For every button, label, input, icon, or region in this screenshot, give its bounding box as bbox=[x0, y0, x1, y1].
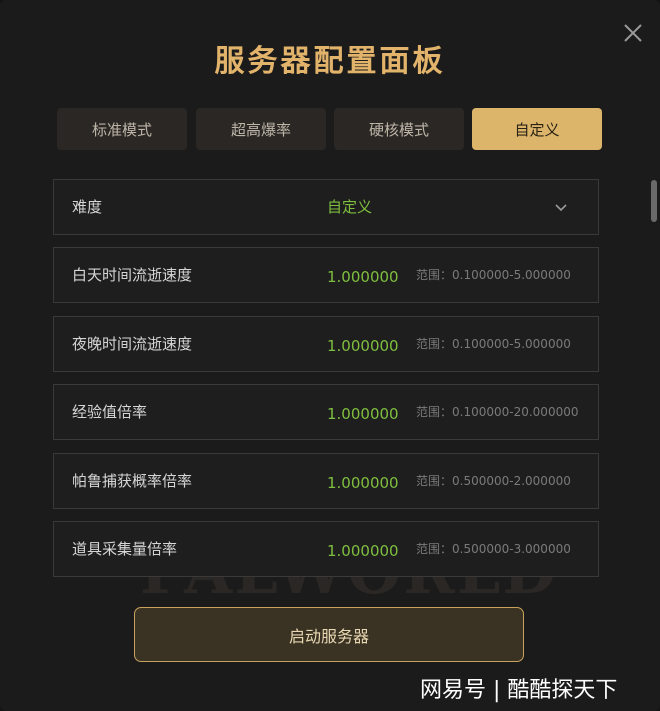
setting-label: 白天时间流逝速度 bbox=[72, 266, 193, 284]
tab-high-drop-rate[interactable]: 超高爆率 bbox=[196, 108, 326, 150]
start-server-button[interactable]: 启动服务器 bbox=[134, 607, 524, 662]
difficulty-select[interactable]: 难度 自定义 bbox=[53, 179, 599, 235]
setting-row-night-speed: 夜晚时间流逝速度 1.000000 范围：0.100000-5.000000 bbox=[53, 316, 599, 372]
tab-custom[interactable]: 自定义 bbox=[472, 108, 602, 150]
setting-value-input[interactable]: 1.000000 bbox=[327, 385, 399, 439]
setting-label: 道具采集量倍率 bbox=[72, 540, 178, 558]
setting-range: 范围：0.100000-5.000000 bbox=[416, 268, 571, 282]
setting-label: 经验值倍率 bbox=[72, 403, 148, 421]
difficulty-label: 难度 bbox=[72, 198, 103, 216]
setting-value-input[interactable]: 1.000000 bbox=[327, 317, 399, 371]
setting-value-input[interactable]: 1.000000 bbox=[327, 522, 399, 576]
server-config-panel: PALWORLD 服务器配置面板 标准模式 超高爆率 硬核模式 自定义 难度 自… bbox=[0, 0, 660, 711]
setting-range: 范围：0.100000-20.000000 bbox=[416, 405, 579, 419]
setting-label: 夜晚时间流逝速度 bbox=[72, 335, 193, 353]
chevron-down-icon[interactable] bbox=[552, 198, 570, 216]
panel-title: 服务器配置面板 bbox=[214, 44, 446, 79]
setting-range: 范围：0.500000-2.000000 bbox=[416, 474, 571, 488]
setting-row-exp-rate: 经验值倍率 1.000000 范围：0.100000-20.000000 bbox=[53, 384, 599, 440]
source-credit: 网易号 | 酷酷探天下 bbox=[420, 678, 618, 703]
setting-row-day-speed: 白天时间流逝速度 1.000000 范围：0.100000-5.000000 bbox=[53, 247, 599, 303]
setting-range: 范围：0.100000-5.000000 bbox=[416, 337, 571, 351]
setting-label: 帕鲁捕获概率倍率 bbox=[72, 472, 193, 490]
difficulty-value: 自定义 bbox=[327, 198, 373, 216]
setting-row-gather-rate: 道具采集量倍率 1.000000 范围：0.500000-3.000000 bbox=[53, 521, 599, 577]
setting-value-input[interactable]: 1.000000 bbox=[327, 454, 399, 508]
tab-standard-mode[interactable]: 标准模式 bbox=[57, 108, 187, 150]
setting-row-capture-rate: 帕鲁捕获概率倍率 1.000000 范围：0.500000-2.000000 bbox=[53, 453, 599, 509]
setting-value-input[interactable]: 1.000000 bbox=[327, 248, 399, 302]
tab-hardcore-mode[interactable]: 硬核模式 bbox=[334, 108, 464, 150]
setting-range: 范围：0.500000-3.000000 bbox=[416, 542, 571, 556]
scrollbar-thumb[interactable] bbox=[651, 180, 657, 222]
